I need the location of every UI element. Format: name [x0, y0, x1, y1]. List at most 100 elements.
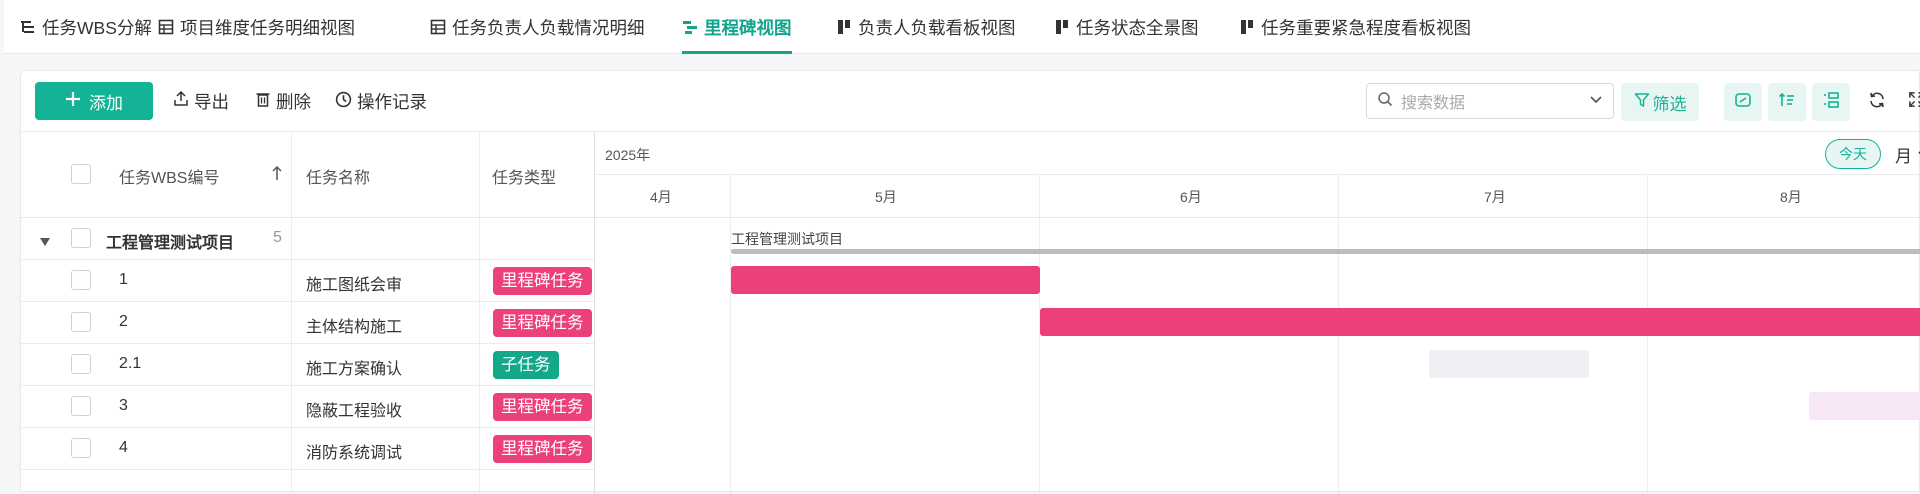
header-type[interactable]: 任务类型: [492, 164, 556, 188]
gantt-icon: [682, 19, 698, 35]
export-icon: [173, 91, 189, 112]
tab-label: 里程碑视图: [704, 15, 792, 40]
wbs-cell: 3: [119, 397, 128, 415]
timeline-month-row: 4月 5月 6月 7月 8月: [595, 175, 1920, 218]
tab-label: 任务状态全景图: [1076, 15, 1199, 40]
tab-label: 项目维度任务明细视图: [180, 15, 355, 40]
clock-icon: [335, 91, 352, 113]
milestone-view-panel: 添加 导出 删除 操作记录 搜索数据 筛选: [20, 70, 1920, 492]
filter-icon: [1634, 92, 1650, 113]
wbs-cell: 4: [119, 439, 128, 457]
caret-down-icon[interactable]: [39, 234, 51, 252]
row-checkbox[interactable]: [71, 438, 91, 458]
history-label: 操作记录: [357, 89, 427, 114]
kanban-icon: [836, 19, 852, 35]
month-label: 6月: [1180, 187, 1202, 207]
tab-wbs[interactable]: 任务WBS分解: [20, 0, 152, 54]
view-settings-icon: [1734, 91, 1752, 114]
table-icon: [158, 19, 174, 35]
name-cell: 隐蔽工程验收: [306, 397, 402, 421]
wbs-cell: 2: [119, 313, 128, 331]
month-divider: [730, 175, 731, 494]
tab-milestone[interactable]: 里程碑视图: [682, 0, 792, 54]
table-row[interactable]: 3 隐蔽工程验收 里程碑任务: [21, 386, 594, 428]
type-tag: 子任务: [493, 351, 559, 379]
kanban-icon: [1239, 19, 1255, 35]
header-wbs[interactable]: 任务WBS编号: [119, 164, 219, 188]
wbs-cell: 1: [119, 271, 128, 289]
month-label: 7月: [1484, 187, 1506, 207]
type-tag: 里程碑任务: [493, 435, 592, 463]
tab-label: 负责人负载看板视图: [858, 15, 1016, 40]
export-label: 导出: [194, 89, 229, 114]
group-bar[interactable]: [731, 249, 1920, 254]
export-button[interactable]: 导出: [173, 89, 229, 114]
delete-button[interactable]: 删除: [255, 89, 311, 114]
milestone-bar[interactable]: [1809, 392, 1920, 420]
row-checkbox[interactable]: [71, 354, 91, 374]
refresh-icon: [1868, 91, 1886, 114]
tab-status-overview[interactable]: 任务状态全景图: [1054, 0, 1199, 54]
group-icon: [1822, 91, 1840, 114]
table-row[interactable]: 2.1 施工方案确认 子任务: [21, 344, 594, 386]
add-button[interactable]: 添加: [35, 82, 153, 120]
tab-label: 任务负责人负载情况明细: [452, 15, 645, 40]
row-checkbox[interactable]: [71, 396, 91, 416]
timeline-year-row: 2025年 今天 月: [595, 132, 1920, 175]
wbs-icon: [20, 19, 36, 35]
fullscreen-icon: [1908, 91, 1920, 113]
filter-label: 筛选: [1653, 90, 1687, 115]
gantt-grid: 任务WBS编号 任务名称 任务类型 工程管理测试项目 5 1 施工图纸会审 里程…: [21, 131, 1919, 493]
month-label: 8月: [1780, 187, 1802, 207]
delete-label: 删除: [276, 89, 311, 114]
row-checkbox[interactable]: [71, 312, 91, 332]
filter-button[interactable]: 筛选: [1621, 83, 1699, 121]
table-icon: [430, 19, 446, 35]
fullscreen-button[interactable]: [1897, 83, 1920, 121]
search-input[interactable]: 搜索数据: [1366, 83, 1614, 119]
row-checkbox[interactable]: [71, 228, 91, 248]
milestone-bar[interactable]: [1040, 308, 1920, 336]
type-tag: 里程碑任务: [493, 393, 592, 421]
group-label: 工程管理测试项目: [106, 229, 234, 253]
month-label: 5月: [875, 187, 897, 207]
tab-label: 任务重要紧急程度看板视图: [1261, 15, 1471, 40]
tab-priority-kanban[interactable]: 任务重要紧急程度看板视图: [1239, 0, 1471, 54]
refresh-button[interactable]: [1858, 83, 1896, 121]
sort-asc-icon[interactable]: [271, 165, 283, 186]
search-placeholder: 搜索数据: [1401, 89, 1465, 113]
display-settings-button[interactable]: [1724, 83, 1762, 121]
select-all-checkbox[interactable]: [71, 164, 91, 184]
group-count: 5: [273, 229, 282, 247]
table-row[interactable]: 1 施工图纸会审 里程碑任务: [21, 260, 594, 302]
tab-project-detail[interactable]: 项目维度任务明细视图: [158, 0, 355, 54]
wbs-cell: 2.1: [119, 355, 141, 373]
tab-owner-kanban[interactable]: 负责人负载看板视图: [836, 0, 1016, 54]
gantt-timeline: 2025年 今天 月 4月 5月 6月 7月 8月 工程管理测试项目: [594, 132, 1920, 494]
history-button[interactable]: 操作记录: [335, 89, 427, 114]
row-checkbox[interactable]: [71, 270, 91, 290]
name-cell: 施工图纸会审: [306, 271, 402, 295]
table-row[interactable]: 2 主体结构施工 里程碑任务: [21, 302, 594, 344]
tab-label: 任务WBS分解: [42, 15, 152, 40]
type-tag: 里程碑任务: [493, 309, 592, 337]
today-button[interactable]: 今天: [1825, 139, 1881, 169]
group-row[interactable]: 工程管理测试项目 5: [21, 218, 594, 260]
scale-select[interactable]: 月: [1895, 142, 1920, 167]
group-bar-label: 工程管理测试项目: [731, 229, 843, 249]
month-label: 4月: [650, 187, 672, 207]
sort-button[interactable]: [1768, 83, 1806, 121]
tab-owner-load-detail[interactable]: 任务负责人负载情况明细: [430, 0, 645, 54]
year-label: 2025年: [605, 145, 650, 165]
table-row[interactable]: 4 消防系统调试 里程碑任务: [21, 428, 594, 470]
scale-label: 月: [1895, 142, 1912, 167]
header-name[interactable]: 任务名称: [306, 164, 370, 188]
trash-icon: [255, 91, 271, 112]
chevron-down-icon: [1589, 92, 1603, 111]
add-label: 添加: [89, 89, 123, 114]
milestone-bar[interactable]: [731, 266, 1040, 294]
group-button[interactable]: [1812, 83, 1850, 121]
subtask-bar[interactable]: [1429, 350, 1589, 378]
search-icon: [1377, 91, 1393, 112]
name-cell: 主体结构施工: [306, 313, 402, 337]
